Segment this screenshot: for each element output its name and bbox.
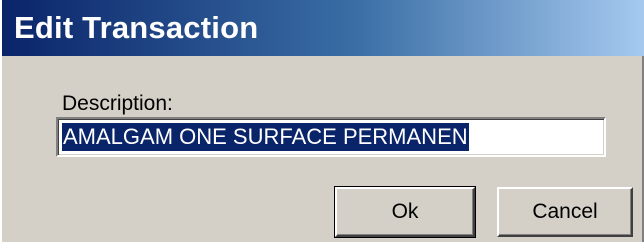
title-bar[interactable]: Edit Transaction (2, 0, 644, 56)
window-title: Edit Transaction (14, 10, 259, 45)
cancel-button[interactable]: Cancel (497, 187, 633, 237)
description-selected-text[interactable]: AMALGAM ONE SURFACE PERMANEN (62, 123, 469, 151)
edit-transaction-dialog: Edit Transaction Description: AMALGAM ON… (0, 0, 644, 242)
description-input[interactable]: AMALGAM ONE SURFACE PERMANEN (56, 117, 606, 157)
ok-button[interactable]: Ok (334, 186, 476, 238)
description-label: Description: (62, 92, 173, 115)
